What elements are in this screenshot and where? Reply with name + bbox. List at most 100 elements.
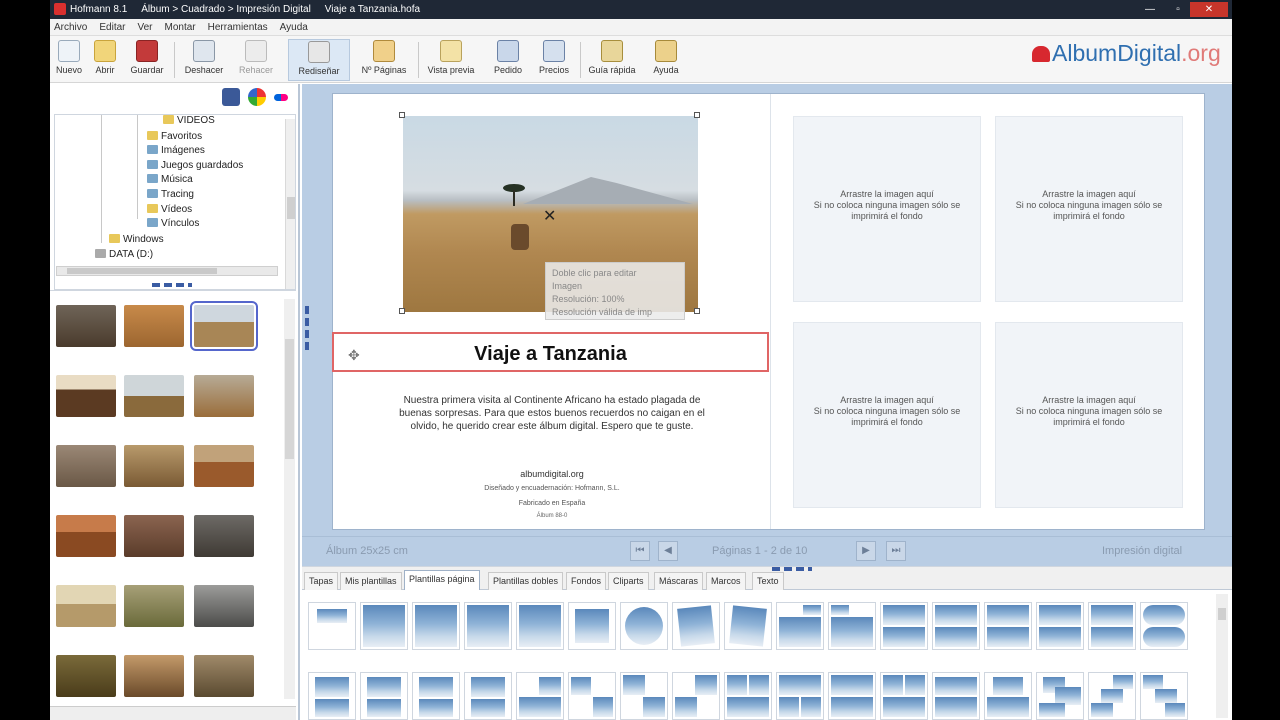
template-thumb[interactable]: [620, 672, 668, 720]
scroll-thumb[interactable]: [67, 268, 217, 274]
template-thumb[interactable]: [724, 602, 772, 650]
template-thumb[interactable]: [1140, 602, 1188, 650]
template-thumb[interactable]: [360, 602, 408, 650]
resize-handle[interactable]: [694, 112, 700, 118]
tree-node[interactable]: Windows: [109, 234, 164, 245]
next-page-button[interactable]: ▶: [856, 541, 876, 561]
template-thumb[interactable]: [516, 602, 564, 650]
photo-thumbnail-selected[interactable]: [190, 301, 258, 351]
tree-hscrollbar[interactable]: [56, 266, 278, 276]
photo-thumbnail[interactable]: [56, 445, 116, 487]
template-thumb[interactable]: [672, 672, 720, 720]
flickr-icon[interactable]: [274, 94, 288, 101]
tab-plantillas-pagina[interactable]: Plantillas página: [404, 570, 480, 591]
help-button[interactable]: Ayuda: [646, 39, 686, 81]
new-button[interactable]: Nuevo: [54, 39, 84, 81]
photo-thumbnail[interactable]: [124, 445, 184, 487]
templates-scrollbar[interactable]: [1216, 594, 1228, 718]
template-thumb[interactable]: [880, 602, 928, 650]
template-thumb[interactable]: [308, 602, 356, 650]
folder-tree[interactable]: VIDEOS Favoritos Imágenes Juegos guardad…: [54, 114, 296, 290]
tab-mascaras[interactable]: Máscaras: [654, 572, 704, 590]
order-button[interactable]: Pedido: [486, 39, 530, 81]
menu-ver[interactable]: Ver: [137, 22, 152, 33]
template-thumb[interactable]: [724, 672, 772, 720]
open-button[interactable]: Abrir: [90, 39, 120, 81]
tree-node[interactable]: Música: [147, 174, 193, 185]
tabs-splitter[interactable]: [772, 567, 812, 571]
thumbnails-scrollbar[interactable]: [284, 299, 295, 699]
template-thumb[interactable]: [1036, 602, 1084, 650]
template-thumb[interactable]: [516, 672, 564, 720]
tree-scrollbar[interactable]: [285, 119, 295, 289]
picasa-icon[interactable]: [248, 88, 266, 106]
tree-node[interactable]: Imágenes: [147, 145, 205, 156]
guide-button[interactable]: Guía rápida: [584, 39, 640, 81]
redo-button[interactable]: Rehacer: [234, 39, 278, 81]
template-thumb[interactable]: [568, 672, 616, 720]
photo-thumbnail[interactable]: [56, 585, 116, 627]
album-spread[interactable]: ✕ Doble clic para editar Imagen Resoluci…: [332, 93, 1205, 530]
template-thumb[interactable]: [932, 672, 980, 720]
template-thumb[interactable]: [620, 602, 668, 650]
first-page-button[interactable]: ⏮: [630, 541, 650, 561]
scroll-thumb[interactable]: [285, 339, 294, 459]
template-thumb[interactable]: [984, 602, 1032, 650]
photo-thumbnail[interactable]: [124, 375, 184, 417]
tree-node[interactable]: Favoritos: [147, 131, 202, 142]
facebook-icon[interactable]: [222, 88, 240, 106]
template-thumb[interactable]: [984, 672, 1032, 720]
template-thumb[interactable]: [828, 672, 876, 720]
template-thumb[interactable]: [464, 602, 512, 650]
image-drop-zone[interactable]: Arrastre la imagen aquí Si no coloca ning…: [793, 116, 981, 302]
photo-thumbnail[interactable]: [194, 655, 254, 697]
pages-button[interactable]: Nº Páginas: [356, 39, 412, 81]
canvas-splitter[interactable]: [305, 306, 309, 350]
last-page-button[interactable]: ⏭: [886, 541, 906, 561]
template-thumb[interactable]: [1088, 672, 1136, 720]
template-thumb[interactable]: [776, 672, 824, 720]
tab-mis-plantillas[interactable]: Mis plantillas: [340, 572, 402, 590]
photo-thumbnail[interactable]: [124, 655, 184, 697]
resize-handle[interactable]: [399, 308, 405, 314]
preview-button[interactable]: Vista previa: [424, 39, 478, 81]
photo-thumbnail[interactable]: [124, 515, 184, 557]
title-textbox[interactable]: ✥ Viaje a Tanzania: [332, 332, 769, 372]
redesign-button[interactable]: Rediseñar: [288, 39, 350, 81]
template-thumb[interactable]: [672, 602, 720, 650]
tree-node[interactable]: Vínculos: [147, 218, 199, 229]
template-thumb[interactable]: [828, 602, 876, 650]
image-drop-zone[interactable]: Arrastre la imagen aquí Si no coloca ning…: [995, 116, 1183, 302]
tree-node[interactable]: VIDEOS: [163, 115, 215, 126]
undo-button[interactable]: Deshacer: [180, 39, 228, 81]
tab-tapas[interactable]: Tapas: [304, 572, 339, 590]
photo-thumbnail[interactable]: [56, 305, 116, 347]
resize-handle[interactable]: [694, 308, 700, 314]
tree-node[interactable]: Vídeos: [147, 204, 192, 215]
albumdigital-logo[interactable]: AlbumDigital.org: [1032, 40, 1228, 80]
close-button[interactable]: ✕: [1190, 2, 1228, 17]
prev-page-button[interactable]: ◀: [658, 541, 678, 561]
template-thumb[interactable]: [776, 602, 824, 650]
template-thumb[interactable]: [1088, 602, 1136, 650]
tab-plantillas-dobles[interactable]: Plantillas dobles: [488, 572, 564, 590]
menu-montar[interactable]: Montar: [165, 22, 196, 33]
photo-thumbnail[interactable]: [124, 585, 184, 627]
template-thumb[interactable]: [1036, 672, 1084, 720]
template-thumb[interactable]: [360, 672, 408, 720]
panel-splitter[interactable]: [152, 283, 192, 287]
template-thumb[interactable]: [412, 602, 460, 650]
template-thumb[interactable]: [412, 672, 460, 720]
template-thumb[interactable]: [1140, 672, 1188, 720]
template-thumb[interactable]: [932, 602, 980, 650]
tab-marcos[interactable]: Marcos: [706, 572, 746, 590]
photo-thumbnail[interactable]: [56, 375, 116, 417]
photo-thumbnail[interactable]: [56, 655, 116, 697]
image-drop-zone[interactable]: Arrastre la imagen aquí Si no coloca ning…: [793, 322, 981, 508]
template-thumb[interactable]: [464, 672, 512, 720]
prices-button[interactable]: Precios: [534, 39, 574, 81]
photo-thumbnail[interactable]: [56, 515, 116, 557]
tree-node[interactable]: DATA (D:): [95, 249, 153, 260]
photo-thumbnail[interactable]: [194, 375, 254, 417]
menu-ayuda[interactable]: Ayuda: [280, 22, 308, 33]
